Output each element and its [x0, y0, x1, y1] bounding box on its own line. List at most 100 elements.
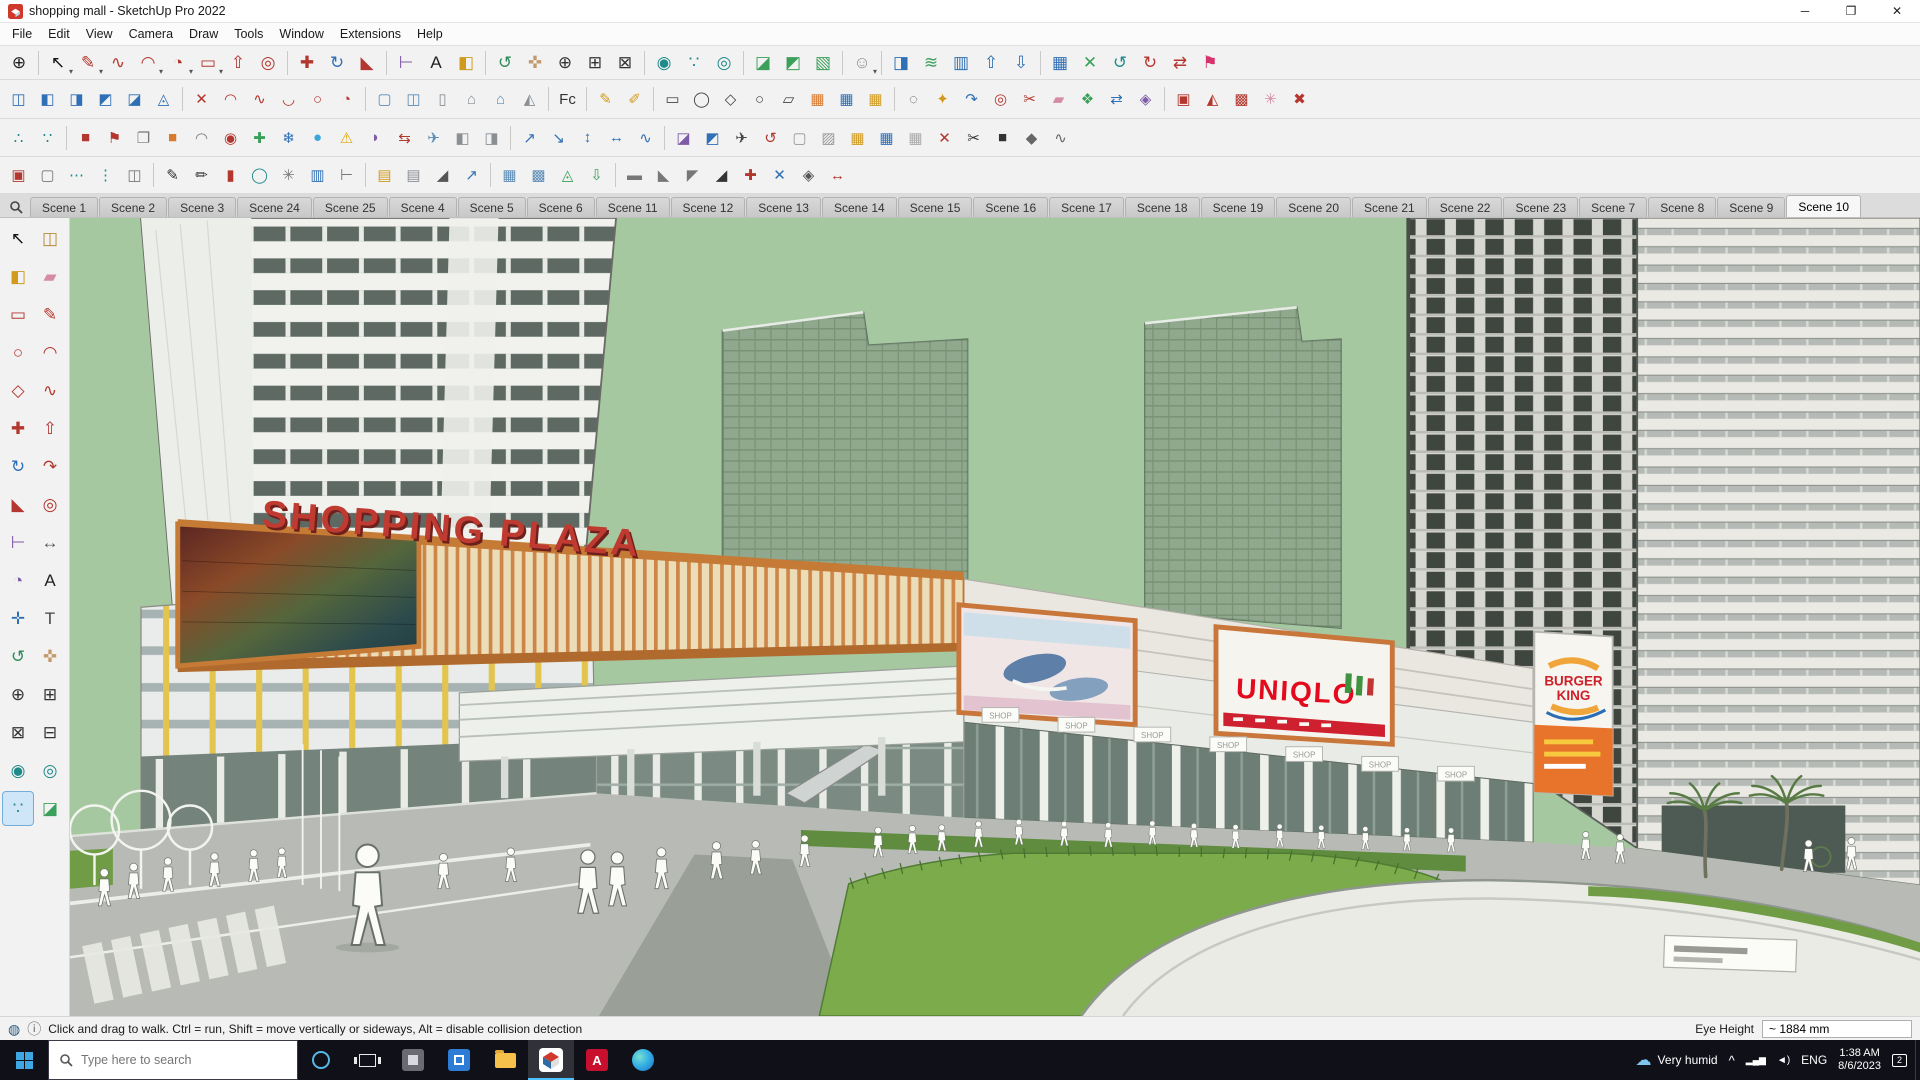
- text-tool-icon[interactable]: A: [35, 564, 65, 597]
- target-snap-icon[interactable]: ◎: [987, 86, 1014, 113]
- section-a-icon[interactable]: ◪: [670, 124, 697, 151]
- flip-tool-icon[interactable]: ⇄: [1166, 49, 1194, 77]
- look-around-tool-icon[interactable]: ◎: [710, 49, 738, 77]
- scene-tab-15[interactable]: Scene 15: [897, 197, 973, 217]
- hatch-box-icon[interactable]: ▨: [815, 124, 842, 151]
- tray-expand-icon[interactable]: ^: [1729, 1053, 1735, 1068]
- scene-tab-17[interactable]: Scene 17: [1049, 197, 1124, 217]
- section-fill-toggle-icon[interactable]: ◩: [779, 49, 807, 77]
- draw-circle-icon[interactable]: ○: [746, 86, 773, 113]
- show-desktop-button[interactable]: [1915, 1040, 1920, 1080]
- house-builder-icon[interactable]: ⌂: [458, 86, 485, 113]
- pin-point-icon[interactable]: ◉: [217, 124, 244, 151]
- arc-segment-icon[interactable]: ◠: [217, 86, 244, 113]
- fog-toggle-icon[interactable]: ≋: [917, 49, 945, 77]
- swap-faces-icon[interactable]: ⇆: [391, 124, 418, 151]
- solid-red-box-icon[interactable]: ■: [72, 124, 99, 151]
- scene-tab-19[interactable]: Scene 19: [1200, 197, 1276, 217]
- loop-select-icon[interactable]: ↺: [757, 124, 784, 151]
- slope-corner-icon[interactable]: ◤: [679, 162, 706, 189]
- menu-edit[interactable]: Edit: [40, 25, 78, 43]
- sneaker-billboard[interactable]: [956, 602, 1138, 728]
- stamp-copy-icon[interactable]: ▣: [1170, 86, 1197, 113]
- scene-tab-25[interactable]: Scene 25: [312, 197, 388, 217]
- arrow-ne-icon[interactable]: ↗: [516, 124, 543, 151]
- scene-tab-20[interactable]: Scene 20: [1276, 197, 1352, 217]
- rotate-tool-icon[interactable]: ↻: [3, 450, 33, 483]
- dropdown-arrow-icon[interactable]: ▾: [69, 67, 73, 76]
- menu-file[interactable]: File: [4, 25, 40, 43]
- dropdown-arrow-icon[interactable]: ▾: [219, 67, 223, 76]
- position-camera-icon[interactable]: ◉: [3, 754, 33, 787]
- add-location-icon[interactable]: ⚑: [1196, 49, 1224, 77]
- shadows-toggle-icon[interactable]: ◨: [887, 49, 915, 77]
- scene-tab-2[interactable]: Scene 2: [99, 197, 168, 217]
- grid-gold-icon[interactable]: ▦: [844, 124, 871, 151]
- annotate-icon[interactable]: ✎: [592, 86, 619, 113]
- start-button[interactable]: [0, 1040, 48, 1080]
- push-pull-tool-icon[interactable]: ⇧: [224, 49, 252, 77]
- weather-widget[interactable]: ☁ Very humid: [1636, 1050, 1718, 1070]
- scene-tab-13[interactable]: Scene 13: [746, 197, 821, 217]
- speaker-icon[interactable]: ◄): [1777, 1055, 1790, 1066]
- pinned-app-2[interactable]: [436, 1040, 482, 1080]
- paint-bucket-icon[interactable]: ◧: [3, 260, 33, 293]
- drop-stamp-icon[interactable]: ⇩: [583, 162, 610, 189]
- menu-draw[interactable]: Draw: [181, 25, 226, 43]
- flat-bar-icon[interactable]: ▬: [621, 162, 648, 189]
- zoom-window-icon[interactable]: ⊞: [35, 678, 65, 711]
- clock[interactable]: 1:38 AM 8/6/2023: [1838, 1047, 1881, 1073]
- component-stamp-icon[interactable]: ▣: [5, 162, 32, 189]
- menu-window[interactable]: Window: [271, 25, 331, 43]
- tube-circle-icon[interactable]: ◯: [246, 162, 273, 189]
- network-icon[interactable]: ▂▄▆: [1746, 1055, 1766, 1066]
- wave-tool-icon[interactable]: ∿: [632, 124, 659, 151]
- credits-info-icon[interactable]: ⓘ: [27, 1022, 41, 1036]
- orbit-tool-icon[interactable]: ↺: [3, 640, 33, 673]
- block-b-icon[interactable]: ◨: [478, 124, 505, 151]
- path-curve-icon[interactable]: ∿: [1047, 124, 1074, 151]
- select-tool-icon[interactable]: ↖ ▾: [44, 49, 73, 77]
- solid-union-icon[interactable]: ◧: [34, 86, 61, 113]
- offset-tool-icon[interactable]: ◎: [254, 49, 282, 77]
- knife-tool-icon[interactable]: ✂: [1016, 86, 1043, 113]
- mirror-tool-icon[interactable]: ◭: [1199, 86, 1226, 113]
- uniqlo-billboard[interactable]: UNIQLO: [1213, 624, 1395, 747]
- menu-help[interactable]: Help: [409, 25, 451, 43]
- grid-blue-icon[interactable]: ▦: [833, 86, 860, 113]
- grid-tool-icon[interactable]: ▦: [1046, 49, 1074, 77]
- scale-tool-icon[interactable]: ◣: [3, 488, 33, 521]
- circle-segments-icon[interactable]: ○: [304, 86, 331, 113]
- protractor-tool-icon[interactable]: ◔: [3, 564, 33, 597]
- big-delete-icon[interactable]: ✖: [1286, 86, 1313, 113]
- delete-edges-icon[interactable]: ✕: [188, 86, 215, 113]
- blue-x-icon[interactable]: ✕: [766, 162, 793, 189]
- stairs-gray-icon[interactable]: ▤: [400, 162, 427, 189]
- soften-edges-icon[interactable]: ▰: [1045, 86, 1072, 113]
- xray-toggle-icon[interactable]: ▥: [947, 49, 975, 77]
- line-tool-icon[interactable]: ✎: [35, 298, 65, 331]
- text-tool-icon[interactable]: A: [422, 49, 450, 77]
- pencil-b-icon[interactable]: ✏: [188, 162, 215, 189]
- curve-edit-icon[interactable]: ∿: [246, 86, 273, 113]
- solid-split-icon[interactable]: ◬: [150, 86, 177, 113]
- menu-tools[interactable]: Tools: [226, 25, 271, 43]
- arc-tool-icon[interactable]: ◠ ▾: [134, 49, 163, 77]
- ramp-wedge-icon[interactable]: ◢: [429, 162, 456, 189]
- dropdown-arrow-icon[interactable]: ▾: [99, 67, 103, 76]
- shape-combine-icon[interactable]: ◫: [121, 162, 148, 189]
- gem-tool-icon[interactable]: ◈: [1132, 86, 1159, 113]
- polygon-tool-icon[interactable]: ◇: [3, 374, 33, 407]
- scene-tab-24[interactable]: Scene 24: [237, 197, 312, 217]
- pencil-a-icon[interactable]: ✎: [159, 162, 186, 189]
- pan-tool-icon[interactable]: ✜: [521, 49, 549, 77]
- taskbar-search[interactable]: [48, 1040, 298, 1080]
- gem-small-icon[interactable]: ◈: [795, 162, 822, 189]
- move-down-icon[interactable]: ⇩: [1007, 49, 1035, 77]
- bend-tool-icon[interactable]: ↷: [958, 86, 985, 113]
- peak-tool-icon[interactable]: ◬: [554, 162, 581, 189]
- zoom-window-tool-icon[interactable]: ⊞: [581, 49, 609, 77]
- block-a-icon[interactable]: ◧: [449, 124, 476, 151]
- section-plane-tool-icon[interactable]: ◪: [749, 49, 777, 77]
- rectangle-tool-icon[interactable]: ▭: [3, 298, 33, 331]
